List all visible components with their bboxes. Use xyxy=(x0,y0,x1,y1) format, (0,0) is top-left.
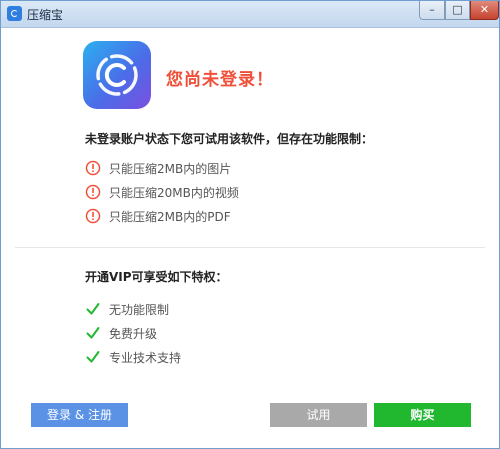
limits-title: 未登录账户状态下您可试用该软件，但存在功能限制： xyxy=(85,132,374,146)
section-divider xyxy=(15,247,485,248)
app-logo xyxy=(83,41,151,109)
limit-item-label: 只能压缩2MB内的图片 xyxy=(109,162,232,176)
vip-title: 开通VIP可享受如下特权： xyxy=(85,270,228,284)
check-icon xyxy=(86,303,100,315)
warning-icon xyxy=(85,160,101,176)
vip-benefit-label: 无功能限制 xyxy=(109,303,170,317)
app-icon xyxy=(7,6,22,21)
vip-benefit-label: 专业技术支持 xyxy=(109,351,182,365)
maximize-button[interactable]: □ xyxy=(445,1,470,20)
limit-item-label: 只能压缩2MB内的PDF xyxy=(109,210,231,224)
trial-button[interactable]: 试用 xyxy=(270,403,367,427)
buy-button[interactable]: 购买 xyxy=(374,403,471,427)
limit-item-label: 只能压缩20MB内的视频 xyxy=(109,186,239,200)
compress-logo-icon xyxy=(96,54,138,96)
check-icon xyxy=(86,327,100,339)
check-icon xyxy=(86,351,100,363)
warning-icon xyxy=(85,184,101,200)
app-window: 压缩宝 – □ ✕ 您尚未登录！ 未登录账户状态下您可试用该软件，但存在功能限制… xyxy=(0,0,500,449)
minimize-button[interactable]: – xyxy=(419,1,445,20)
window-title: 压缩宝 xyxy=(27,8,64,22)
not-logged-in-headline: 您尚未登录！ xyxy=(166,70,274,90)
vip-benefit-label: 免费升级 xyxy=(109,327,158,341)
title-bar[interactable]: 压缩宝 – □ ✕ xyxy=(1,1,499,28)
warning-icon xyxy=(85,208,101,224)
close-button[interactable]: ✕ xyxy=(470,1,499,20)
login-register-button[interactable]: 登录 & 注册 xyxy=(31,403,128,427)
